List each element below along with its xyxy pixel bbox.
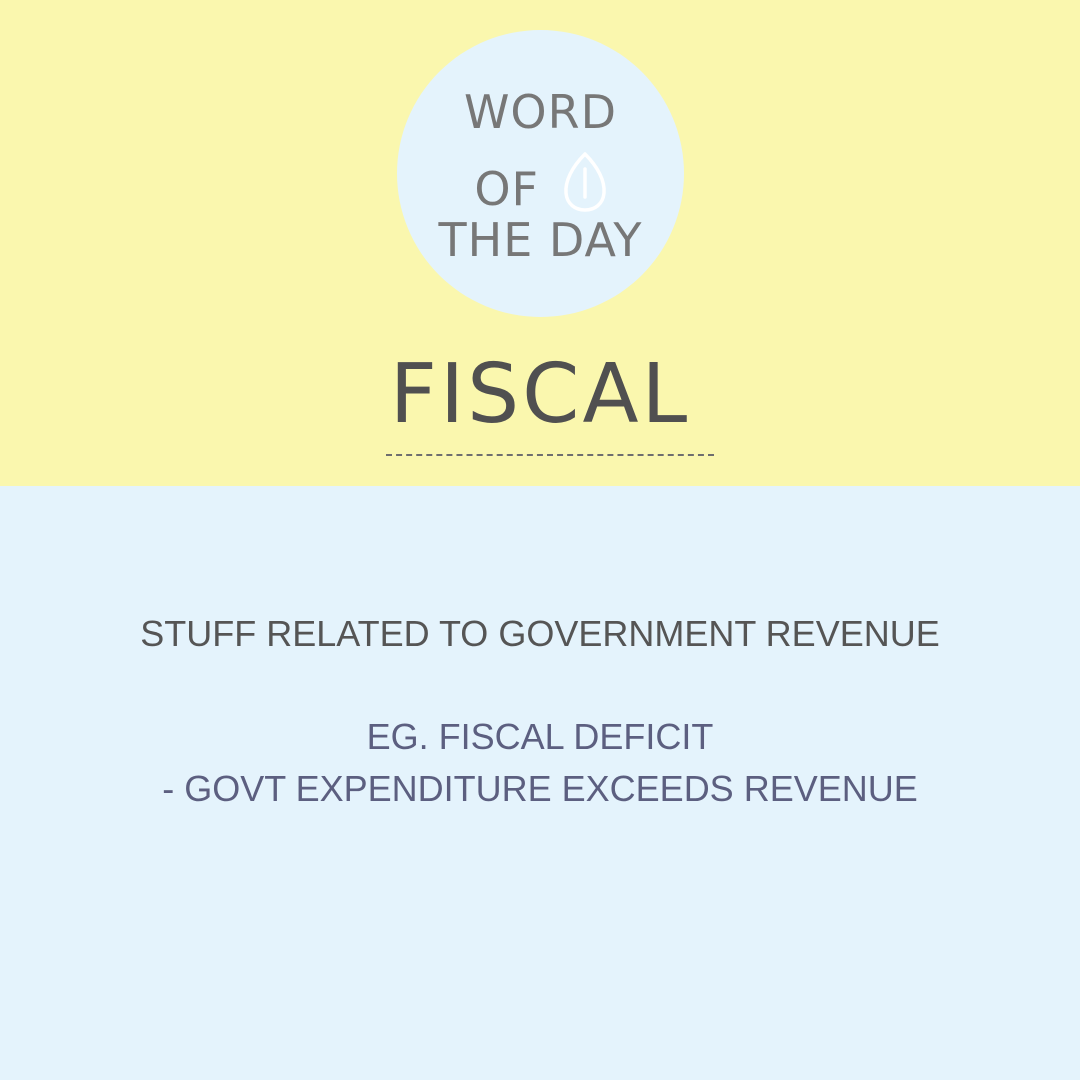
- headword: FISCAL: [389, 347, 691, 442]
- leaf-seed-icon: [563, 152, 606, 212]
- example-line-2: - GOVT EXPENDITURE EXCEEDS REVENUE: [162, 768, 918, 809]
- definition-text: STUFF RELATED TO GOVERNMENT REVENUE: [140, 613, 940, 654]
- badge-line-of-text: OF: [474, 162, 540, 216]
- badge-line-of: OF: [397, 151, 684, 215]
- dashed-divider: [386, 454, 714, 456]
- example-line-1: EG. FISCAL DEFICIT: [366, 716, 714, 757]
- word-of-the-day-badge: WORD OF THE DAY: [397, 30, 684, 317]
- badge-line-the-day: THE DAY: [438, 213, 643, 267]
- badge-line-word: WORD: [463, 85, 618, 139]
